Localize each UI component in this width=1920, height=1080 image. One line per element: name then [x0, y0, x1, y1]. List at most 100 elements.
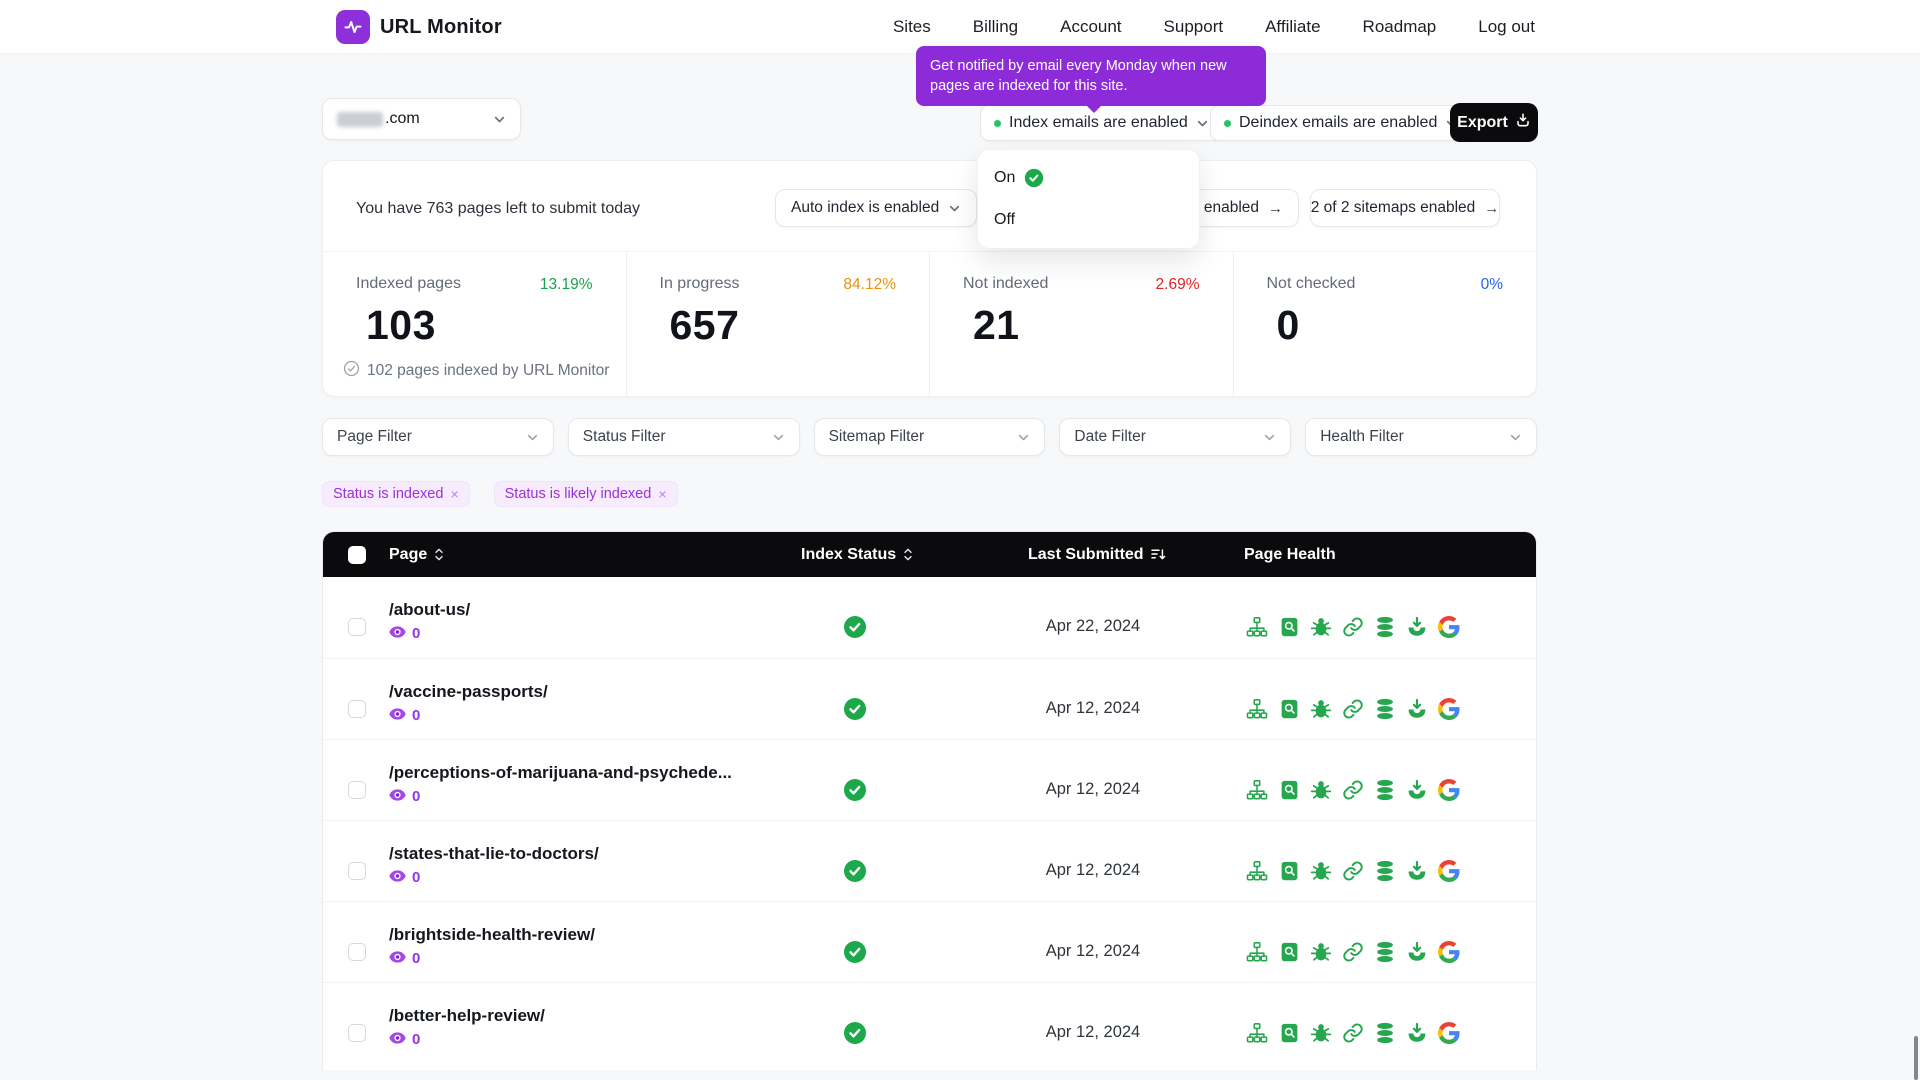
- submit-inbox-icon[interactable]: [1406, 860, 1428, 882]
- bug-icon[interactable]: [1310, 616, 1332, 638]
- google-icon[interactable]: [1438, 616, 1460, 638]
- table-row[interactable]: /vaccine-passports/ 0 Apr 12, 2024: [323, 658, 1536, 739]
- scrollbar-thumb[interactable]: [1914, 1036, 1918, 1080]
- page-search-icon[interactable]: [1278, 616, 1300, 638]
- database-icon[interactable]: [1374, 1022, 1396, 1044]
- row-checkbox[interactable]: [348, 1024, 366, 1042]
- bug-icon[interactable]: [1310, 1022, 1332, 1044]
- page-link[interactable]: /brightside-health-review/: [389, 925, 595, 945]
- page-link[interactable]: /about-us/: [389, 600, 470, 620]
- sitemap-icon[interactable]: [1246, 698, 1268, 720]
- row-checkbox[interactable]: [348, 862, 366, 880]
- nav-item[interactable]: Affiliate: [1265, 17, 1320, 37]
- page-link[interactable]: /perceptions-of-marijuana-and-psychede..…: [389, 763, 732, 783]
- chevron-down-icon: [1263, 431, 1276, 444]
- link-icon[interactable]: [1342, 1022, 1364, 1044]
- table-row[interactable]: /brightside-health-review/ 0 Apr 12, 202…: [323, 901, 1536, 982]
- sitemaps-enabled-button[interactable]: 2 of 2 sitemaps enabled →: [1310, 189, 1500, 227]
- nav-item[interactable]: Account: [1060, 17, 1121, 37]
- submit-inbox-icon[interactable]: [1406, 616, 1428, 638]
- filter-dropdown[interactable]: Health Filter: [1305, 418, 1537, 456]
- submit-inbox-icon[interactable]: [1406, 698, 1428, 720]
- page-views: 0: [389, 950, 595, 967]
- link-icon[interactable]: [1342, 860, 1364, 882]
- link-icon[interactable]: [1342, 616, 1364, 638]
- filter-chip[interactable]: Status is indexed ×: [322, 481, 470, 507]
- sitemap-icon[interactable]: [1246, 941, 1268, 963]
- deindex-emails-dropdown-button[interactable]: Deindex emails are enabled: [1210, 105, 1472, 141]
- google-icon[interactable]: [1438, 698, 1460, 720]
- row-checkbox[interactable]: [348, 700, 366, 718]
- site-selector[interactable]: .com: [322, 98, 521, 140]
- page-search-icon[interactable]: [1278, 1022, 1300, 1044]
- google-icon[interactable]: [1438, 860, 1460, 882]
- google-icon[interactable]: [1438, 941, 1460, 963]
- table-row[interactable]: /perceptions-of-marijuana-and-psychede..…: [323, 739, 1536, 820]
- bug-icon[interactable]: [1310, 860, 1332, 882]
- bug-icon[interactable]: [1310, 941, 1332, 963]
- filter-chip[interactable]: Status is likely indexed ×: [494, 481, 678, 507]
- select-all-checkbox[interactable]: [348, 546, 366, 564]
- page-search-icon[interactable]: [1278, 698, 1300, 720]
- filter-dropdown[interactable]: Status Filter: [568, 418, 800, 456]
- indexed-status-badge-icon: [843, 778, 867, 802]
- page-link[interactable]: /better-help-review/: [389, 1006, 545, 1026]
- column-header-last-submitted[interactable]: Last Submitted: [1028, 532, 1166, 577]
- table-row[interactable]: /about-us/ 0 Apr 22, 2024: [323, 577, 1536, 658]
- google-icon[interactable]: [1438, 1022, 1460, 1044]
- sitemap-icon[interactable]: [1246, 779, 1268, 801]
- row-checkbox[interactable]: [348, 781, 366, 799]
- page-link[interactable]: /vaccine-passports/: [389, 682, 548, 702]
- export-button[interactable]: Export: [1450, 103, 1538, 142]
- filter-label: Page Filter: [337, 428, 412, 446]
- sitemap-icon[interactable]: [1246, 616, 1268, 638]
- database-icon[interactable]: [1374, 779, 1396, 801]
- dropdown-option[interactable]: On: [978, 157, 1199, 199]
- stat-label: Indexed pages: [356, 275, 461, 293]
- page-search-icon[interactable]: [1278, 779, 1300, 801]
- table-row[interactable]: /better-help-review/ 0 Apr 12, 2024: [323, 982, 1536, 1063]
- brand-logo[interactable]: URL Monitor: [322, 10, 502, 44]
- nav-item[interactable]: Roadmap: [1363, 17, 1437, 37]
- nav-item[interactable]: Billing: [973, 17, 1018, 37]
- database-icon[interactable]: [1374, 941, 1396, 963]
- database-icon[interactable]: [1374, 860, 1396, 882]
- page-link[interactable]: /states-that-lie-to-doctors/: [389, 844, 599, 864]
- bug-icon[interactable]: [1310, 779, 1332, 801]
- google-icon[interactable]: [1438, 779, 1460, 801]
- nav-item[interactable]: Support: [1164, 17, 1224, 37]
- stat-note: 102 pages indexed by URL Monitor: [343, 360, 609, 382]
- column-header-index-status[interactable]: Index Status: [801, 532, 913, 577]
- filter-dropdown[interactable]: Date Filter: [1059, 418, 1291, 456]
- auto-index-dropdown-button[interactable]: Auto index is enabled: [775, 189, 977, 227]
- table-row[interactable]: /states-that-lie-to-doctors/ 0 Apr 12, 2…: [323, 820, 1536, 901]
- submit-inbox-icon[interactable]: [1406, 941, 1428, 963]
- sitemap-icon[interactable]: [1246, 1022, 1268, 1044]
- submit-inbox-icon[interactable]: [1406, 779, 1428, 801]
- eye-icon: [389, 788, 406, 805]
- pages-left-text: You have 763 pages left to submit today: [356, 200, 640, 218]
- row-checkbox[interactable]: [348, 943, 366, 961]
- nav-item[interactable]: Sites: [893, 17, 931, 37]
- dropdown-option[interactable]: Off: [978, 199, 1199, 241]
- submit-inbox-icon[interactable]: [1406, 1022, 1428, 1044]
- filter-dropdown[interactable]: Sitemap Filter: [814, 418, 1046, 456]
- database-icon[interactable]: [1374, 698, 1396, 720]
- views-count: 0: [412, 950, 420, 967]
- link-icon[interactable]: [1342, 779, 1364, 801]
- bug-icon[interactable]: [1310, 698, 1332, 720]
- page-views: 0: [389, 788, 732, 805]
- page-search-icon[interactable]: [1278, 860, 1300, 882]
- remove-chip-icon[interactable]: ×: [658, 486, 666, 502]
- link-icon[interactable]: [1342, 941, 1364, 963]
- link-icon[interactable]: [1342, 698, 1364, 720]
- sitemap-icon[interactable]: [1246, 860, 1268, 882]
- column-header-page[interactable]: Page: [389, 532, 444, 577]
- filter-dropdown[interactable]: Page Filter: [322, 418, 554, 456]
- nav-item[interactable]: Log out: [1478, 17, 1535, 37]
- page-health-icons: [1246, 1022, 1460, 1044]
- row-checkbox[interactable]: [348, 618, 366, 636]
- database-icon[interactable]: [1374, 616, 1396, 638]
- remove-chip-icon[interactable]: ×: [450, 486, 458, 502]
- page-search-icon[interactable]: [1278, 941, 1300, 963]
